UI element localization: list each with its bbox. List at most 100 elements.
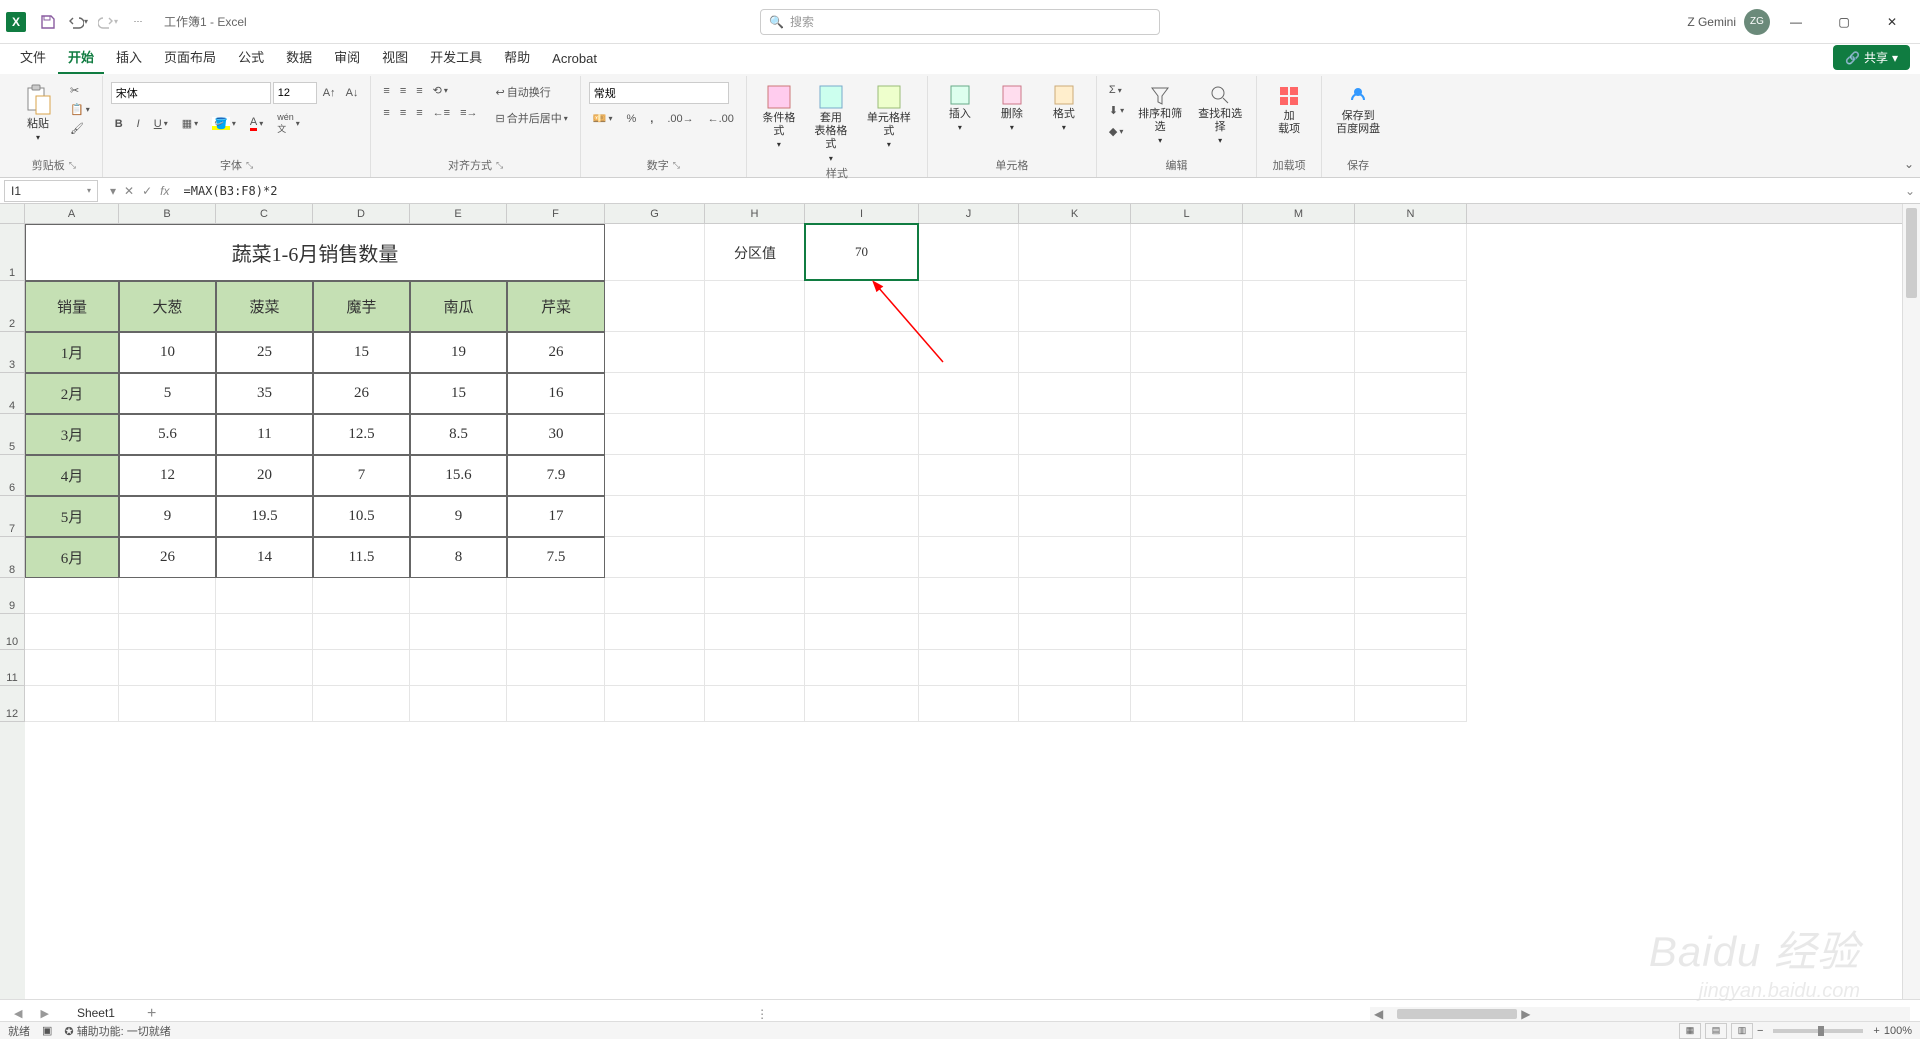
share-button[interactable]: 🔗 共享 ▾: [1833, 45, 1910, 70]
underline-button[interactable]: U▾: [150, 110, 172, 137]
currency-button[interactable]: 💴▾: [589, 110, 617, 127]
table-cell[interactable]: 11.5: [313, 537, 410, 578]
comma-button[interactable]: ,: [646, 110, 657, 127]
table-cell[interactable]: 30: [507, 414, 605, 455]
selected-cell[interactable]: 70: [804, 223, 919, 281]
view-normal-button[interactable]: ▦: [1679, 1023, 1701, 1039]
font-size-select[interactable]: [273, 82, 317, 104]
column-header[interactable]: E: [410, 204, 507, 223]
tab-review[interactable]: 审阅: [324, 41, 370, 74]
delete-cells-button[interactable]: 删除▾: [988, 82, 1036, 135]
find-select-button[interactable]: 查找和选择▾: [1192, 82, 1248, 148]
fb-dropdown-icon[interactable]: ▾: [110, 184, 116, 198]
fill-button[interactable]: ⬇▾: [1105, 102, 1128, 119]
border-button[interactable]: ▦▾: [178, 110, 202, 137]
align-center-button[interactable]: ≡: [396, 105, 410, 121]
horizontal-scrollbar[interactable]: ◀▶: [1370, 1007, 1910, 1021]
table-row-header[interactable]: 3月: [25, 414, 119, 455]
row-header[interactable]: 3: [0, 332, 25, 373]
align-right-button[interactable]: ≡: [412, 105, 426, 121]
row-header[interactable]: 4: [0, 373, 25, 414]
view-pagelayout-button[interactable]: ▤: [1705, 1023, 1727, 1039]
row-header[interactable]: 11: [0, 650, 25, 686]
table-cell[interactable]: 15: [313, 332, 410, 373]
table-cell[interactable]: 10: [119, 332, 216, 373]
table-cell[interactable]: 19.5: [216, 496, 313, 537]
decrease-font-button[interactable]: A↓: [342, 82, 363, 104]
clear-button[interactable]: ◆▾: [1105, 123, 1128, 140]
column-header[interactable]: H: [705, 204, 805, 223]
redo-button[interactable]: ▾: [94, 8, 122, 36]
increase-decimal-button[interactable]: .00→: [663, 110, 697, 127]
table-cell[interactable]: 35: [216, 373, 313, 414]
tab-pagelayout[interactable]: 页面布局: [154, 41, 226, 74]
vertical-scrollbar[interactable]: [1902, 204, 1920, 1009]
column-header[interactable]: J: [919, 204, 1019, 223]
table-cell[interactable]: 8.5: [410, 414, 507, 455]
addins-button[interactable]: 加 载项: [1265, 82, 1313, 138]
save-baidu-button[interactable]: 保存到 百度网盘: [1330, 82, 1386, 138]
table-cell[interactable]: 7: [313, 455, 410, 496]
row-header[interactable]: 2: [0, 281, 25, 332]
row-header[interactable]: 8: [0, 537, 25, 578]
sheet-nav-next[interactable]: ▶: [36, 1007, 52, 1020]
decrease-decimal-button[interactable]: ←.00: [704, 110, 738, 127]
table-cell[interactable]: 15.6: [410, 455, 507, 496]
formula-input[interactable]: =MAX(B3:F8)*2: [178, 184, 1901, 198]
table-row-header[interactable]: 5月: [25, 496, 119, 537]
align-bottom-button[interactable]: ≡: [412, 82, 426, 99]
table-cell[interactable]: 8: [410, 537, 507, 578]
select-all-button[interactable]: [0, 204, 25, 224]
table-cell[interactable]: 9: [410, 496, 507, 537]
paste-button[interactable]: 粘贴▾: [14, 82, 62, 145]
align-middle-button[interactable]: ≡: [396, 82, 410, 99]
zoom-slider[interactable]: [1773, 1029, 1863, 1033]
column-header[interactable]: M: [1243, 204, 1355, 223]
sheet-options-icon[interactable]: ⋮: [756, 1007, 768, 1021]
cancel-formula-button[interactable]: ✕: [124, 184, 134, 198]
align-top-button[interactable]: ≡: [379, 82, 393, 99]
table-header[interactable]: 大葱: [119, 281, 216, 332]
tab-help[interactable]: 帮助: [494, 41, 540, 74]
cell-styles-button[interactable]: 单元格样式▾: [859, 82, 919, 152]
accessibility-status[interactable]: ✪ 辅助功能: 一切就绪: [64, 1023, 170, 1039]
bold-button[interactable]: B: [111, 110, 127, 137]
merge-center-button[interactable]: ⊟ 合并后居中▾: [492, 108, 572, 128]
number-format-select[interactable]: [589, 82, 729, 104]
table-cell[interactable]: 5: [119, 373, 216, 414]
macro-icon[interactable]: ▣: [42, 1024, 52, 1037]
zoom-level[interactable]: 100%: [1884, 1025, 1912, 1037]
align-left-button[interactable]: ≡: [379, 105, 393, 121]
qat-customize-button[interactable]: ⋯: [124, 8, 152, 36]
row-header[interactable]: 1: [0, 224, 25, 281]
table-title[interactable]: 蔬菜1-6月销售数量: [25, 224, 605, 281]
table-header[interactable]: 销量: [25, 281, 119, 332]
tab-developer[interactable]: 开发工具: [420, 41, 492, 74]
increase-indent-button[interactable]: ≡→: [456, 105, 481, 121]
minimize-button[interactable]: —: [1774, 7, 1818, 37]
format-painter-button[interactable]: 🖌: [66, 120, 94, 137]
column-header[interactable]: B: [119, 204, 216, 223]
format-table-button[interactable]: 套用 表格格式▾: [807, 82, 855, 165]
accept-formula-button[interactable]: ✓: [142, 184, 152, 198]
font-color-button[interactable]: A▾: [246, 110, 267, 137]
table-cell[interactable]: 17: [507, 496, 605, 537]
insert-cells-button[interactable]: 插入▾: [936, 82, 984, 135]
increase-font-button[interactable]: A↑: [319, 82, 340, 104]
column-header[interactable]: K: [1019, 204, 1131, 223]
save-qat-button[interactable]: [34, 8, 62, 36]
search-input[interactable]: 🔍 搜索: [760, 9, 1160, 35]
font-name-select[interactable]: [111, 82, 271, 104]
format-cells-button[interactable]: 格式▾: [1040, 82, 1088, 135]
row-header[interactable]: 5: [0, 414, 25, 455]
table-cell[interactable]: 7.5: [507, 537, 605, 578]
column-header[interactable]: G: [605, 204, 705, 223]
sort-filter-button[interactable]: 排序和筛选▾: [1132, 82, 1188, 148]
table-cell[interactable]: 25: [216, 332, 313, 373]
column-header[interactable]: N: [1355, 204, 1467, 223]
tab-insert[interactable]: 插入: [106, 41, 152, 74]
add-sheet-button[interactable]: +: [139, 1005, 164, 1023]
conditional-format-button[interactable]: 条件格式▾: [755, 82, 803, 152]
table-cell[interactable]: 7.9: [507, 455, 605, 496]
column-header[interactable]: A: [25, 204, 119, 223]
